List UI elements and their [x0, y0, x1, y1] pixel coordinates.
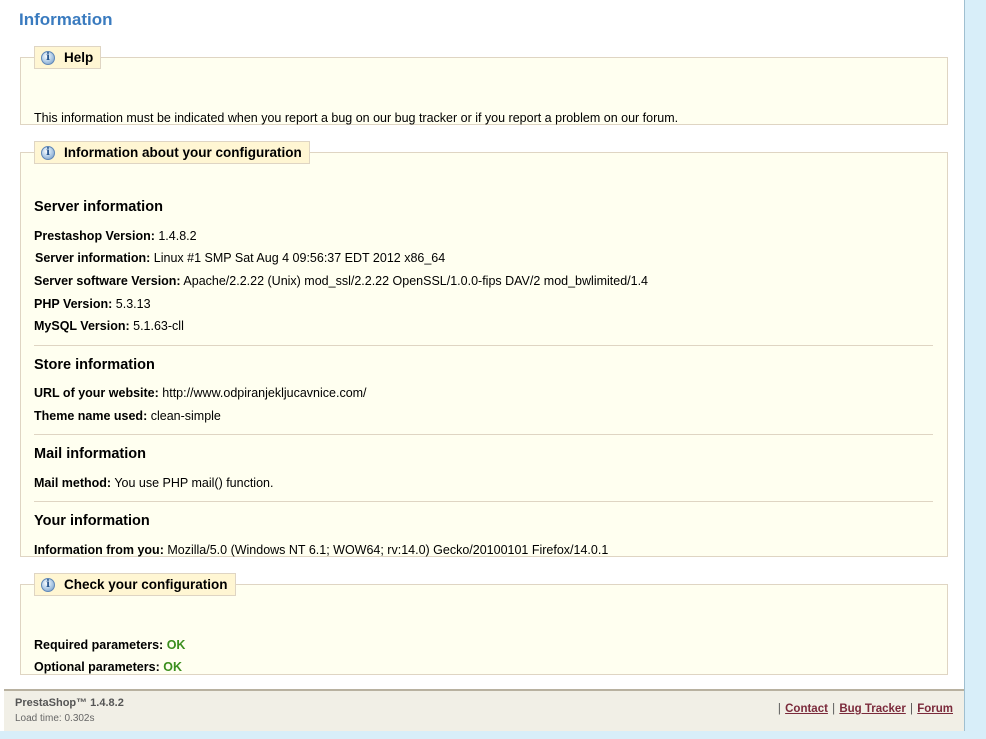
info-row: URL of your website: http://www.odpiranj… — [34, 386, 367, 400]
optional-parameters-status: OK — [163, 660, 182, 674]
contact-link[interactable]: Contact — [785, 703, 828, 715]
info-value: clean-simple — [150, 409, 221, 423]
footer-separator: | — [777, 703, 781, 715]
required-parameters-label: Required parameters: — [34, 638, 164, 652]
optional-parameters-row: Optional parameters: OK — [34, 660, 182, 674]
help-box: i Help This information must be indicate… — [20, 46, 948, 125]
store-information-heading: Store information — [34, 357, 155, 373]
required-parameters-status: OK — [166, 638, 186, 652]
info-icon: i — [41, 50, 55, 65]
info-label: URL of your website: — [34, 386, 159, 400]
info-label: MySQL Version: — [34, 319, 130, 333]
page-title: Information — [19, 10, 113, 29]
info-value: Linux #1 SMP Sat Aug 4 09:56:37 EDT 2012… — [153, 251, 446, 265]
configuration-box: i Information about your configuration S… — [20, 141, 948, 557]
check-configuration-legend: i Check your configuration — [34, 573, 236, 596]
forum-link[interactable]: Forum — [917, 703, 953, 715]
info-value: Apache/2.2.22 (Unix) mod_ssl/2.2.22 Open… — [183, 274, 649, 288]
info-icon: i — [41, 145, 55, 160]
section-divider — [34, 434, 933, 435]
server-information-heading: Server information — [34, 199, 163, 215]
info-label: Information from you: — [34, 543, 164, 557]
info-value: 5.3.13 — [115, 297, 151, 311]
info-icon: i — [41, 577, 55, 592]
configuration-legend: i Information about your configuration — [34, 141, 310, 164]
configuration-legend-label: Information about your configuration — [64, 145, 302, 160]
mail-information-heading: Mail information — [34, 446, 146, 462]
info-row: MySQL Version: 5.1.63-cll — [34, 319, 184, 333]
info-row: Server software Version: Apache/2.2.22 (… — [34, 274, 648, 288]
info-row: Mail method: You use PHP mail() function… — [34, 476, 273, 490]
bug-tracker-link[interactable]: Bug Tracker — [839, 703, 905, 715]
footer-links: | Contact | Bug Tracker | Forum — [777, 703, 953, 715]
info-row: Server information: Linux #1 SMP Sat Aug… — [35, 251, 445, 265]
info-value: 1.4.8.2 — [158, 229, 197, 243]
footer-load-time: Load time: 0.302s — [15, 713, 95, 724]
your-information-heading: Your information — [34, 513, 150, 529]
window-bottom-border — [0, 731, 986, 739]
check-configuration-box: i Check your configuration Required para… — [20, 573, 948, 675]
info-row: Information from you: Mozilla/5.0 (Windo… — [34, 543, 608, 557]
help-legend: i Help — [34, 46, 102, 69]
info-label: PHP Version: — [34, 297, 113, 311]
footer: PrestaShop™ 1.4.8.2 Load time: 0.302s | … — [4, 689, 964, 731]
info-row: Prestashop Version: 1.4.8.2 — [34, 229, 197, 243]
info-row: Theme name used: clean-simple — [34, 409, 221, 423]
info-label: Mail method: — [34, 476, 112, 490]
required-parameters-row: Required parameters: OK — [34, 638, 185, 652]
help-legend-label: Help — [64, 50, 94, 65]
info-value: Mozilla/5.0 (Windows NT 6.1; WOW64; rv:1… — [167, 543, 609, 557]
window-right-border — [964, 0, 986, 739]
section-divider — [34, 501, 933, 502]
footer-separator: | — [910, 703, 914, 715]
info-label: Server information: — [35, 251, 151, 265]
info-value: 5.1.63-cll — [133, 319, 184, 333]
info-label: Server software Version: — [34, 274, 181, 288]
check-configuration-legend-label: Check your configuration — [64, 577, 228, 592]
info-label: Theme name used: — [34, 409, 148, 423]
info-row: PHP Version: 5.3.13 — [34, 297, 151, 311]
help-text: This information must be indicated when … — [34, 111, 679, 125]
info-value: You use PHP mail() function. — [114, 476, 274, 490]
section-divider — [34, 345, 933, 346]
info-label: Prestashop Version: — [34, 229, 155, 243]
footer-separator: | — [832, 703, 836, 715]
optional-parameters-label: Optional parameters: — [34, 660, 160, 674]
footer-brand: PrestaShop™ 1.4.8.2 — [15, 697, 124, 709]
info-value: http://www.odpiranjekljucavnice.com/ — [162, 386, 367, 400]
